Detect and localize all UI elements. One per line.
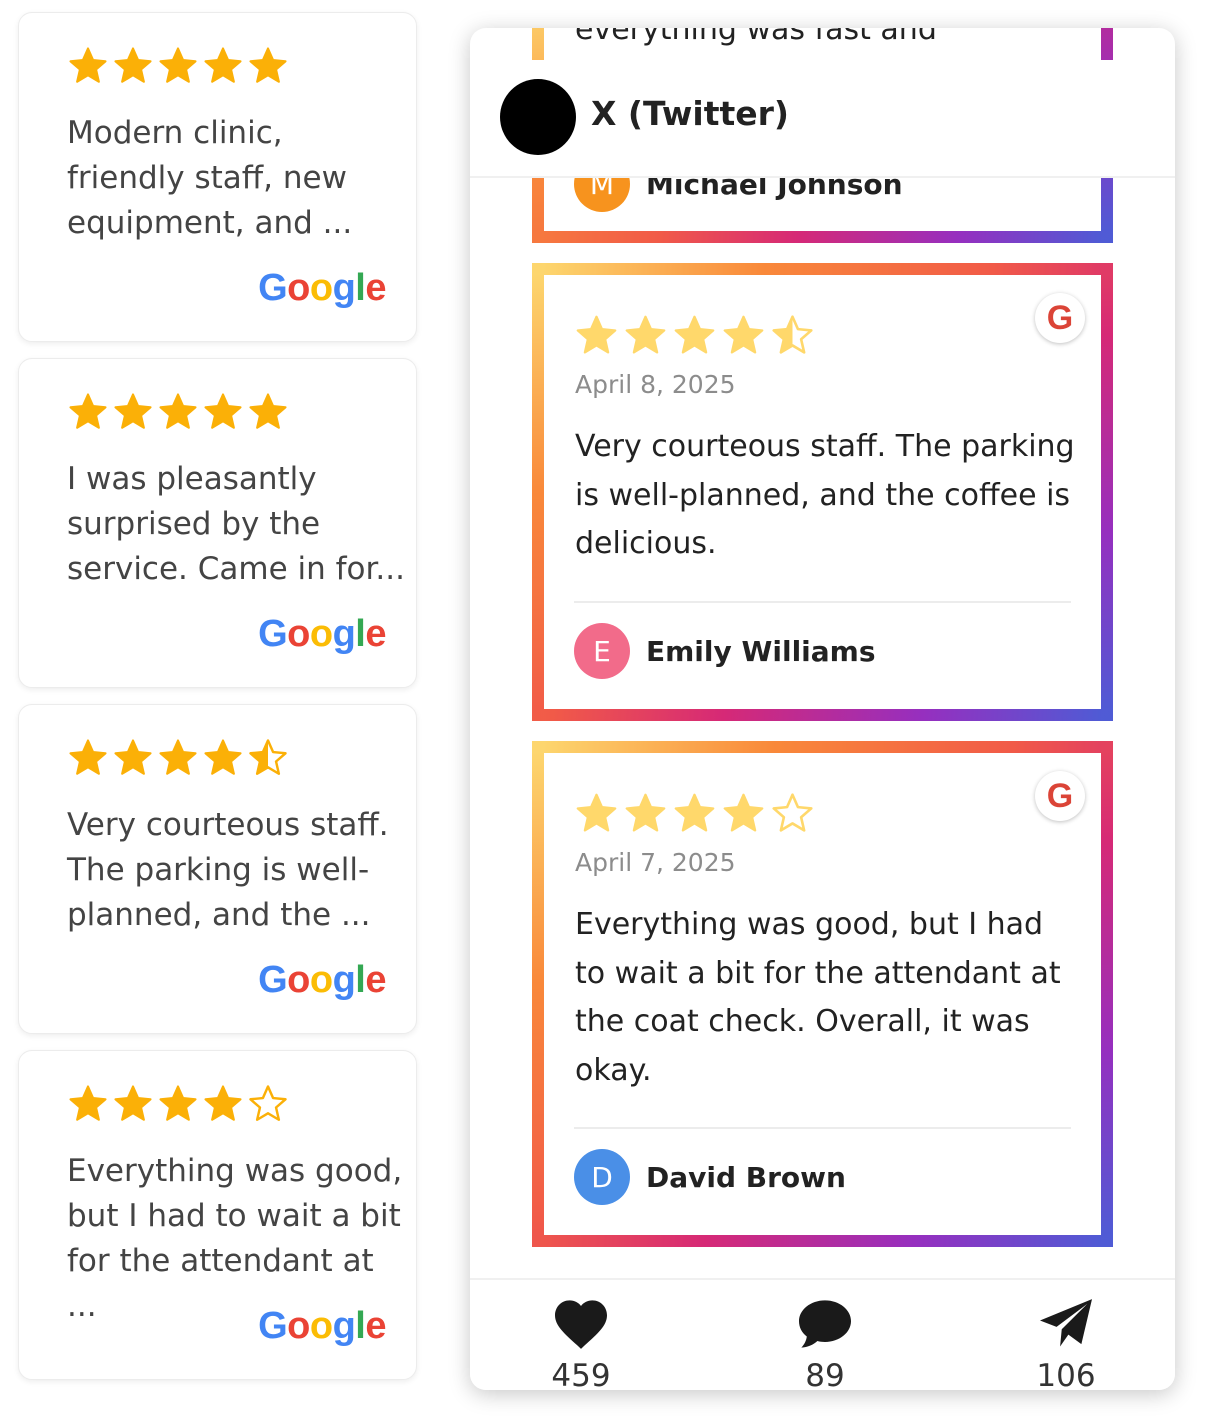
avatar: [500, 79, 576, 155]
star-icon: [723, 315, 764, 354]
google-logo: Google: [258, 613, 386, 655]
star-icon: [114, 739, 152, 775]
star-icon: [204, 1085, 242, 1121]
star-icon: [204, 393, 242, 429]
google-badge-icon: G: [1035, 771, 1085, 821]
star-icon: [625, 793, 666, 832]
review-card[interactable]: Everything was good, but I had to wait a…: [18, 1050, 417, 1380]
star-icon: [114, 1085, 152, 1121]
star-icon: [674, 793, 715, 832]
comment-count: 89: [805, 1358, 845, 1390]
star-icon: [159, 393, 197, 429]
panel-title: X (Twitter): [591, 94, 789, 133]
share-button[interactable]: 106: [1006, 1298, 1126, 1390]
review-date: April 8, 2025: [575, 370, 736, 399]
star-icon: [576, 793, 617, 832]
panel-header: X (Twitter): [470, 28, 1175, 178]
comment-button[interactable]: 89: [765, 1298, 885, 1390]
avatar: D: [574, 1149, 630, 1205]
star-icon: [204, 739, 242, 775]
star-icon: [159, 739, 197, 775]
heart-icon: [555, 1300, 607, 1349]
review-text: Modern clinic, friendly staff, new equip…: [67, 115, 353, 241]
star-icon: [69, 393, 107, 429]
review-card[interactable]: I was pleasantly surprised by the servic…: [18, 358, 417, 688]
star-icon: [114, 47, 152, 83]
google-logo: Google: [258, 1305, 386, 1347]
star-icon: [625, 315, 666, 354]
half-star-icon: [249, 739, 287, 775]
star-rating: [67, 391, 289, 433]
star-rating: [67, 45, 289, 87]
send-icon: [1040, 1299, 1092, 1347]
review-author: E Emily Williams: [574, 623, 876, 679]
empty-star-icon: [772, 793, 813, 832]
star-rating: [574, 313, 815, 358]
like-count: 459: [551, 1358, 611, 1390]
google-logo: Google: [258, 959, 386, 1001]
share-count: 106: [1036, 1358, 1096, 1390]
star-rating: [67, 1083, 289, 1125]
panel-footer: 459 89 106: [470, 1278, 1175, 1390]
star-icon: [249, 47, 287, 83]
star-rating: [67, 737, 289, 779]
star-icon: [159, 1085, 197, 1121]
star-icon: [159, 47, 197, 83]
star-icon: [69, 1085, 107, 1121]
divider: [574, 601, 1071, 603]
star-icon: [249, 393, 287, 429]
empty-star-icon: [249, 1085, 287, 1121]
review-card[interactable]: Very courteous staff. The parking is wel…: [18, 704, 417, 1034]
divider: [574, 1127, 1071, 1129]
review-text: Everything was good, but I had to wait a…: [67, 1153, 403, 1324]
like-button[interactable]: 459: [521, 1298, 641, 1390]
review-text: Very courteous staff. The parking is wel…: [575, 429, 1075, 561]
star-icon: [204, 47, 242, 83]
social-preview-panel: everything was fast and professional M M…: [470, 28, 1175, 1390]
review-date: April 7, 2025: [575, 848, 736, 877]
author-name: David Brown: [646, 1160, 846, 1194]
review-card[interactable]: G April 8, 2025 Very courteous staff. Th…: [532, 263, 1113, 721]
star-icon: [674, 315, 715, 354]
google-logo: Google: [258, 267, 386, 309]
review-text: Everything was good, but I had to wait a…: [575, 907, 1061, 1088]
review-text: Very courteous staff. The parking is wel…: [67, 807, 389, 933]
review-author: D David Brown: [574, 1149, 846, 1205]
review-text: I was pleasantly surprised by the servic…: [67, 461, 405, 587]
star-icon: [576, 315, 617, 354]
avatar: E: [574, 623, 630, 679]
star-rating: [574, 791, 815, 836]
google-badge-icon: G: [1035, 293, 1085, 343]
review-card[interactable]: Modern clinic, friendly staff, new equip…: [18, 12, 417, 342]
star-icon: [69, 739, 107, 775]
half-star-icon: [772, 315, 813, 354]
author-name: Emily Williams: [646, 634, 876, 668]
star-icon: [114, 393, 152, 429]
comment-icon: [799, 1300, 851, 1348]
review-card[interactable]: G April 7, 2025 Everything was good, but…: [532, 741, 1113, 1247]
star-icon: [69, 47, 107, 83]
star-icon: [723, 793, 764, 832]
